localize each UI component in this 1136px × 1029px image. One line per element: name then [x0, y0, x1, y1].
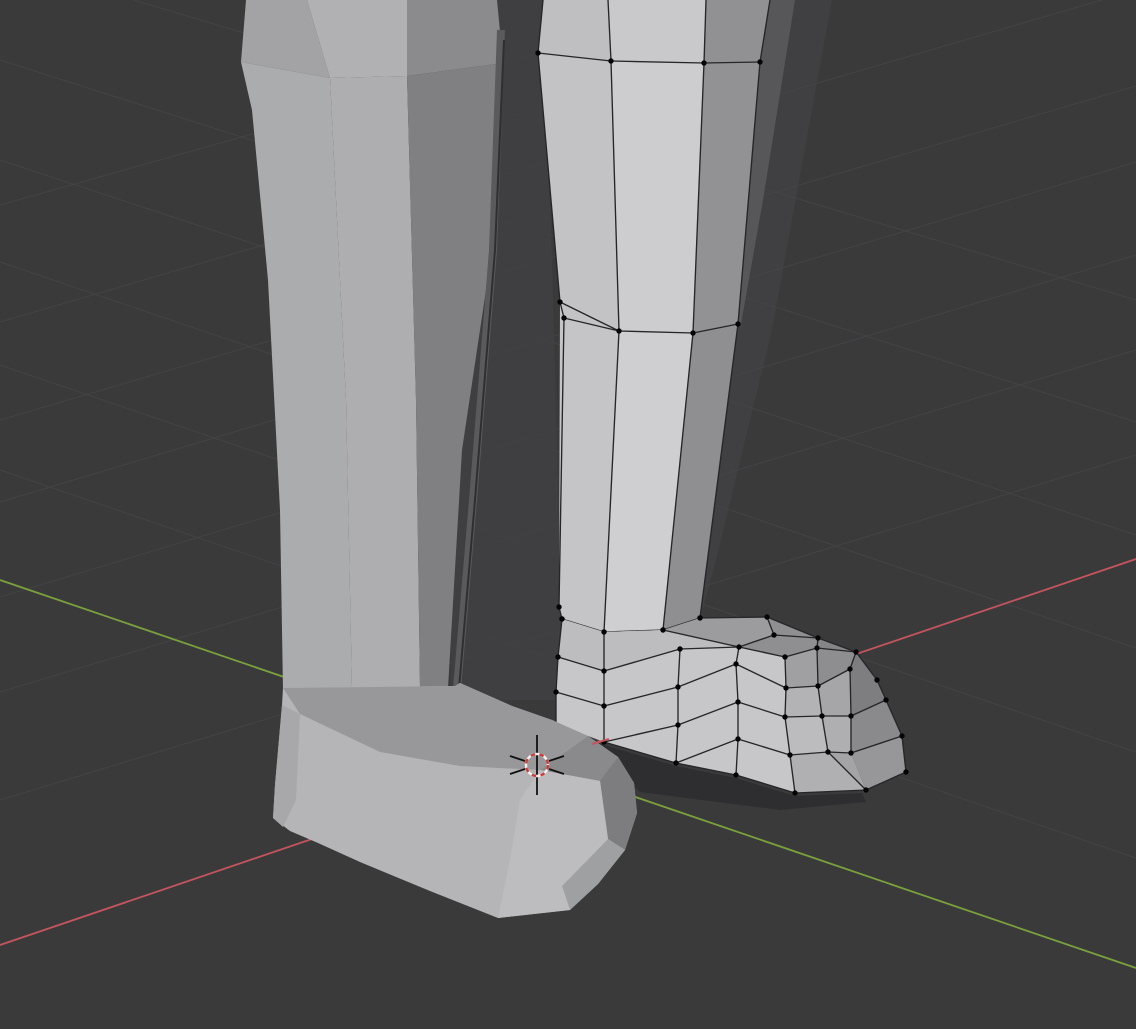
mesh-vertex[interactable] — [675, 722, 680, 727]
mesh-vertex[interactable] — [555, 654, 560, 659]
mesh-vertex[interactable] — [771, 632, 776, 637]
mesh-vertex[interactable] — [616, 328, 621, 333]
viewport-canvas[interactable] — [0, 0, 1136, 1029]
mesh-vertex[interactable] — [535, 50, 540, 55]
mesh-vertex[interactable] — [559, 616, 564, 621]
mesh-vertex[interactable] — [757, 59, 762, 64]
mesh-vertex[interactable] — [814, 645, 819, 650]
mesh-vertex[interactable] — [847, 666, 852, 671]
mesh-face[interactable] — [704, 0, 770, 63]
mesh-vertex[interactable] — [787, 752, 792, 757]
mesh-vertex[interactable] — [736, 644, 741, 649]
mesh-vertex[interactable] — [677, 646, 682, 651]
mesh-vertex[interactable] — [735, 699, 740, 704]
mesh-vertex[interactable] — [825, 749, 830, 754]
mesh-vertex[interactable] — [783, 685, 788, 690]
mesh-face[interactable] — [608, 0, 706, 63]
mesh-vertex[interactable] — [782, 714, 787, 719]
mesh-vertex[interactable] — [557, 299, 562, 304]
mesh-face[interactable] — [785, 686, 822, 717]
mesh-vertex[interactable] — [673, 760, 678, 765]
mesh-vertex[interactable] — [848, 750, 853, 755]
mesh-vertex[interactable] — [883, 697, 888, 702]
mesh-vertex[interactable] — [863, 787, 868, 792]
mesh-vertex[interactable] — [601, 629, 606, 634]
mesh-face[interactable] — [538, 0, 611, 61]
mesh-vertex[interactable] — [675, 684, 680, 689]
mesh-vertex[interactable] — [853, 649, 858, 654]
blender-3d-viewport[interactable] — [0, 0, 1136, 1029]
mesh-vertex[interactable] — [561, 315, 566, 320]
mesh-vertex[interactable] — [601, 668, 606, 673]
mesh-vertex[interactable] — [556, 604, 561, 609]
mesh-vertex[interactable] — [601, 703, 606, 708]
mesh-vertex[interactable] — [848, 713, 853, 718]
mesh-face[interactable] — [785, 716, 828, 755]
mesh-vertex[interactable] — [815, 635, 820, 640]
mesh-vertex[interactable] — [899, 733, 904, 738]
mesh-vertex[interactable] — [735, 736, 740, 741]
mesh-vertex[interactable] — [819, 713, 824, 718]
mesh-face[interactable] — [611, 61, 704, 333]
mesh-vertex[interactable] — [874, 677, 879, 682]
mesh-vertex[interactable] — [660, 627, 665, 632]
mesh-vertex[interactable] — [903, 769, 908, 774]
mesh-vertex[interactable] — [815, 683, 820, 688]
mesh-vertex[interactable] — [608, 58, 613, 63]
mesh-vertex[interactable] — [733, 772, 738, 777]
mesh-face[interactable] — [407, 0, 503, 76]
mesh-vertex[interactable] — [792, 790, 797, 795]
mesh-vertex[interactable] — [553, 689, 558, 694]
mesh-vertex[interactable] — [735, 321, 740, 326]
mesh-vertex[interactable] — [701, 60, 706, 65]
mesh-vertex[interactable] — [733, 661, 738, 666]
mesh-vertex[interactable] — [782, 654, 787, 659]
mesh-vertex[interactable] — [690, 330, 695, 335]
mesh-vertex[interactable] — [697, 615, 702, 620]
mesh-vertex[interactable] — [764, 614, 769, 619]
